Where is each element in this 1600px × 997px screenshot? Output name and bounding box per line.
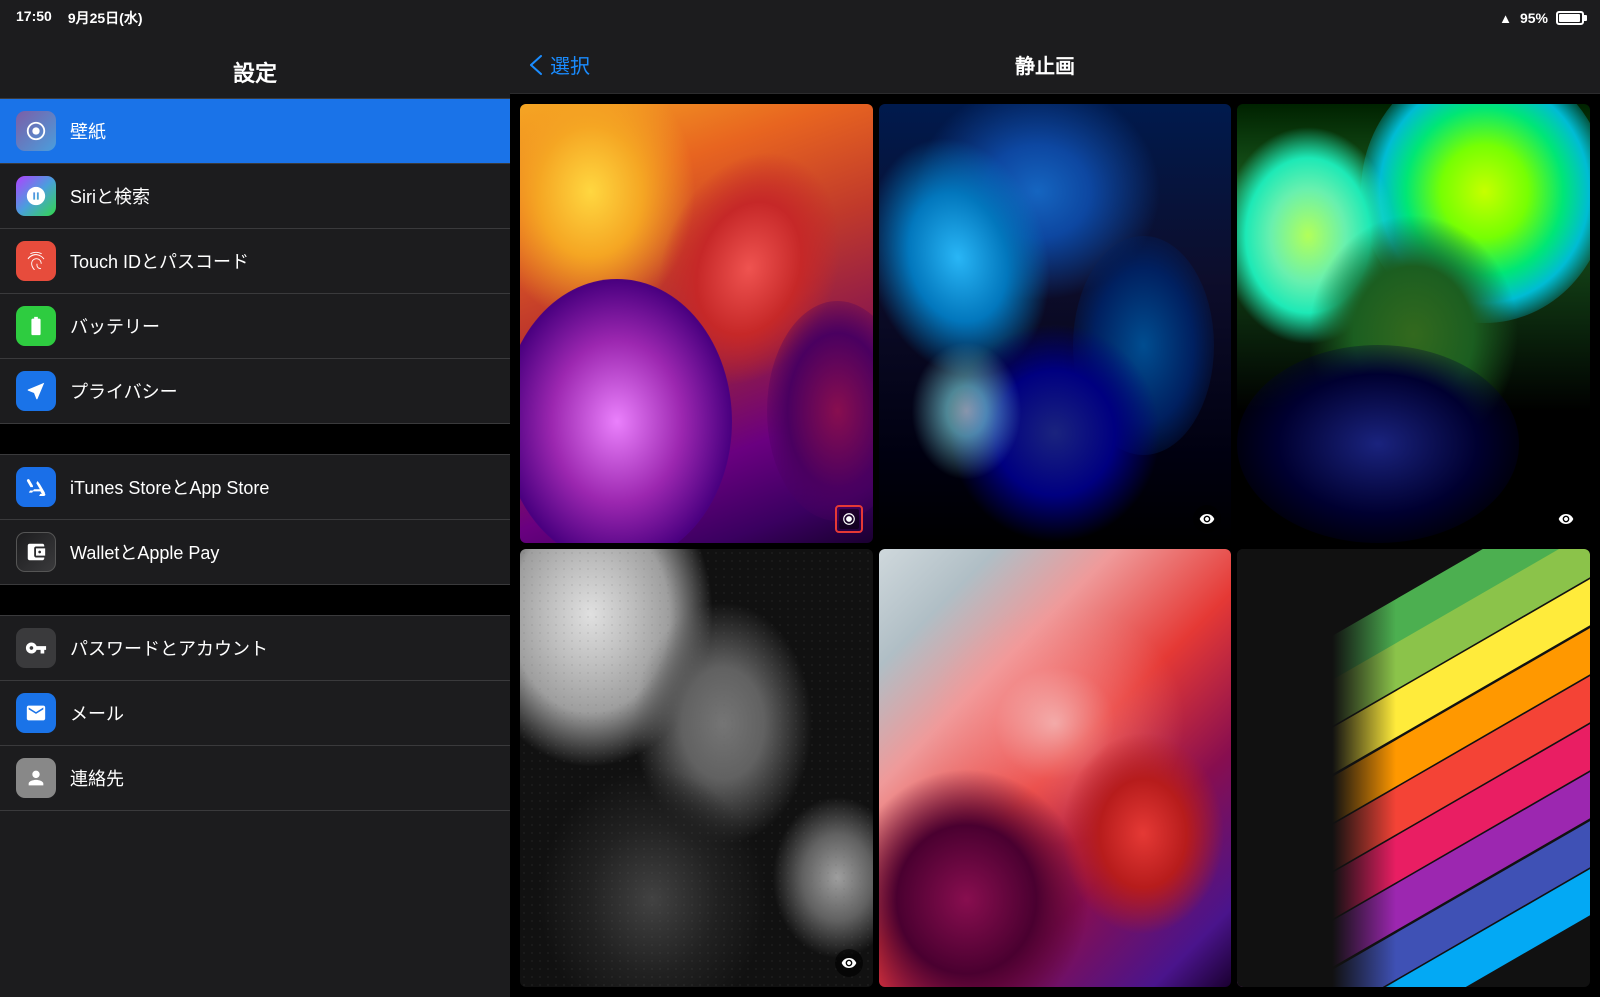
wallpaper-item-5[interactable] <box>879 549 1232 988</box>
battery-icon <box>1556 11 1584 25</box>
passwords-label: パスワードとアカウント <box>70 635 268 661</box>
sidebar-item-mail[interactable]: メール <box>0 681 510 746</box>
sidebar-item-wallpaper[interactable]: 壁紙 <box>0 99 510 164</box>
back-label: 選択 <box>550 50 590 79</box>
sidebar-item-battery[interactable]: バッテリー <box>0 294 510 359</box>
wallpaper-item-3[interactable] <box>1237 104 1590 543</box>
right-header: 選択 静止画 <box>510 36 1600 94</box>
sidebar-title: 設定 <box>16 56 494 88</box>
sidebar: 設定 壁紙 Siriと検索 Touch IDとパスコード <box>0 36 510 997</box>
sidebar-item-siri[interactable]: Siriと検索 <box>0 164 510 229</box>
mail-label: メール <box>70 700 124 726</box>
privacy-label: プライバシー <box>70 378 178 404</box>
siri-icon <box>16 176 56 216</box>
status-bar: 17:50 9月25日(水) ▲ 95% <box>0 0 1600 36</box>
main-container: 設定 壁紙 Siriと検索 Touch IDとパスコード <box>0 36 1600 997</box>
touchid-label: Touch IDとパスコード <box>70 248 249 274</box>
battery-settings-icon <box>16 306 56 346</box>
date-display: 9月25日(水) <box>68 8 143 28</box>
sidebar-section-2: iTunes StoreとApp Store WalletとApple Pay <box>0 454 510 585</box>
eye-indicator-3 <box>1552 505 1580 533</box>
wallpaper-item-1[interactable] <box>520 104 873 543</box>
sidebar-header: 設定 <box>0 36 510 98</box>
appstore-icon <box>16 467 56 507</box>
wifi-icon: ▲ <box>1499 11 1512 26</box>
wallpaper-item-4[interactable] <box>520 549 873 988</box>
wallpaper-item-2[interactable] <box>879 104 1232 543</box>
siri-label: Siriと検索 <box>70 183 150 209</box>
sidebar-gap-2 <box>0 585 510 615</box>
status-right: ▲ 95% <box>1499 10 1584 26</box>
sidebar-item-passwords[interactable]: パスワードとアカウント <box>0 616 510 681</box>
right-title: 静止画 <box>590 50 1500 79</box>
eye-indicator-2 <box>1193 505 1221 533</box>
sidebar-gap-1 <box>0 424 510 454</box>
sidebar-item-privacy[interactable]: プライバシー <box>0 359 510 424</box>
battery-pct: 95% <box>1520 10 1548 26</box>
sidebar-section-3: パスワードとアカウント メール 連絡先 <box>0 615 510 811</box>
sidebar-item-touchid[interactable]: Touch IDとパスコード <box>0 229 510 294</box>
contacts-label: 連絡先 <box>70 765 124 791</box>
eye-indicator-4 <box>835 949 863 977</box>
sidebar-item-wallet[interactable]: WalletとApple Pay <box>0 520 510 585</box>
back-button[interactable]: 選択 <box>530 50 590 79</box>
wallet-icon <box>16 532 56 572</box>
wallpaper-label: 壁紙 <box>70 118 106 144</box>
contacts-icon <box>16 758 56 798</box>
wallet-label: WalletとApple Pay <box>70 539 219 565</box>
appstore-label: iTunes StoreとApp Store <box>70 474 269 500</box>
sidebar-item-contacts[interactable]: 連絡先 <box>0 746 510 811</box>
selected-indicator <box>835 505 863 533</box>
wallpaper-item-6[interactable] <box>1237 549 1590 988</box>
time-display: 17:50 <box>16 8 52 28</box>
battery-fill <box>1559 14 1580 22</box>
touchid-icon <box>16 241 56 281</box>
privacy-icon <box>16 371 56 411</box>
wallpaper-icon <box>16 111 56 151</box>
mail-icon <box>16 693 56 733</box>
passwords-icon <box>16 628 56 668</box>
status-left: 17:50 9月25日(水) <box>16 8 143 28</box>
right-panel: 選択 静止画 <box>510 36 1600 997</box>
battery-label: バッテリー <box>70 313 160 339</box>
sidebar-item-appstore[interactable]: iTunes StoreとApp Store <box>0 455 510 520</box>
sidebar-section-1: 壁紙 Siriと検索 Touch IDとパスコード バッテリー <box>0 98 510 424</box>
wallpaper-grid <box>510 94 1600 997</box>
